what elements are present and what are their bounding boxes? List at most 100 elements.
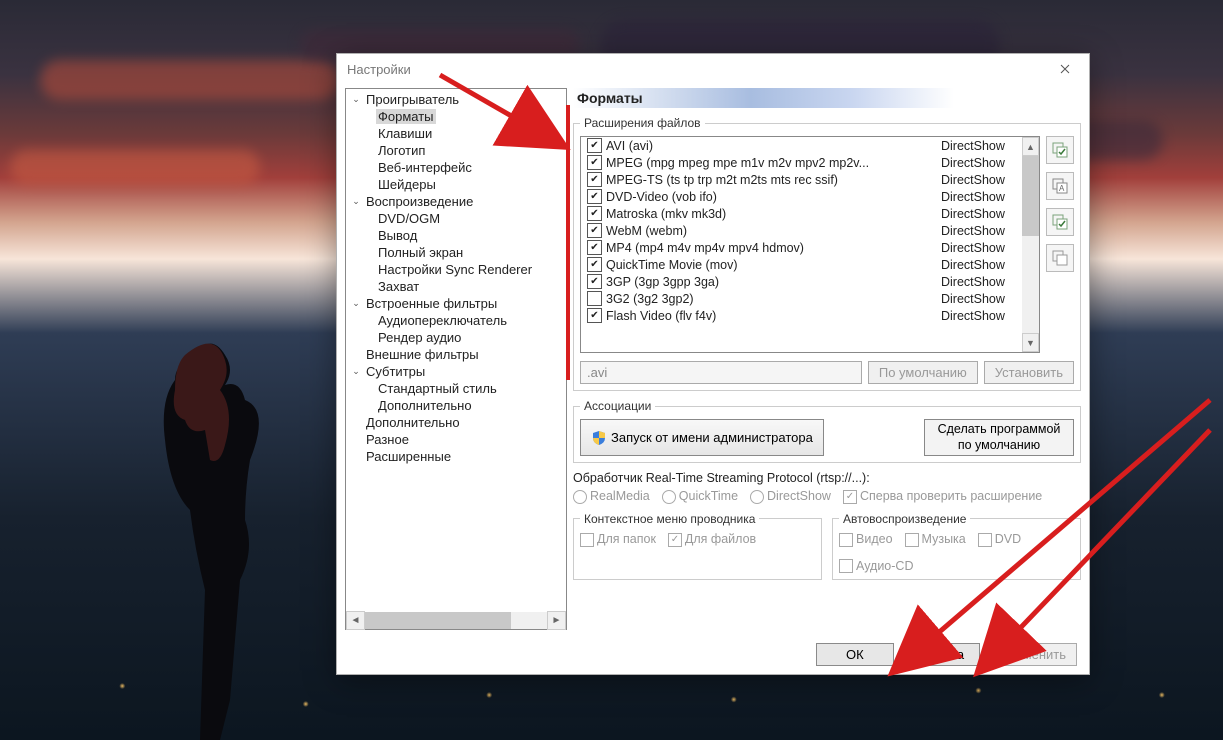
format-name: 3GP (3gp 3gpp 3ga) — [606, 275, 937, 289]
format-row[interactable]: ✔MPEG-TS (ts tp trp m2t m2ts mts rec ssi… — [581, 171, 1022, 188]
autoplay-group: Автовоспроизведение Видео Музыка DVD Ауд… — [832, 512, 1081, 580]
format-checkbox[interactable]: ✔ — [587, 206, 602, 221]
tree-item[interactable]: Дополнительно — [346, 414, 566, 431]
select-all-video-button[interactable] — [1046, 136, 1074, 164]
tree-item[interactable]: Аудиопереключатель — [346, 312, 566, 329]
format-handler: DirectShow — [941, 275, 1016, 289]
format-row[interactable]: ✔Flash Video (flv f4v)DirectShow — [581, 307, 1022, 324]
context-menu-legend: Контекстное меню проводника — [580, 512, 759, 526]
context-menu-group: Контекстное меню проводника Для папок ✓Д… — [573, 512, 822, 580]
titlebar: Настройки — [337, 54, 1089, 84]
format-checkbox[interactable]: ✔ — [587, 257, 602, 272]
settings-dialog: Настройки ⌄ПроигрывательФорматыКлавишиЛо… — [336, 53, 1090, 675]
format-row[interactable]: ✔WebM (webm)DirectShow — [581, 222, 1022, 239]
set-ext-button[interactable]: Установить — [984, 361, 1074, 384]
format-handler: DirectShow — [941, 156, 1016, 170]
rtsp-section: Обработчик Real-Time Streaming Protocol … — [573, 471, 1081, 504]
rtsp-checkext-checkbox: ✓Сперва проверить расширение — [843, 489, 1042, 504]
format-name: Flash Video (flv f4v) — [606, 309, 937, 323]
tree-item[interactable]: Настройки Sync Renderer — [346, 261, 566, 278]
format-handler: DirectShow — [941, 258, 1016, 272]
autoplay-music-checkbox: Музыка — [905, 532, 966, 547]
format-handler: DirectShow — [941, 241, 1016, 255]
tree-item[interactable]: ⌄Субтитры — [346, 363, 566, 380]
format-row[interactable]: ✔AVI (avi)DirectShow — [581, 137, 1022, 154]
rtsp-label: Обработчик Real-Time Streaming Protocol … — [573, 471, 1081, 485]
tree-item[interactable]: Веб-интерфейс — [346, 159, 566, 176]
rtsp-directshow-radio: DirectShow — [750, 489, 831, 504]
format-checkbox[interactable]: ✔ — [587, 223, 602, 238]
format-checkbox[interactable]: ✔ — [587, 189, 602, 204]
format-checkbox[interactable] — [587, 291, 602, 306]
settings-tree: ⌄ПроигрывательФорматыКлавишиЛоготипВеб-и… — [345, 88, 567, 630]
tree-item[interactable]: DVD/OGM — [346, 210, 566, 227]
run-as-admin-label: Запуск от имени администратора — [611, 430, 813, 445]
tree-item[interactable]: Дополнительно — [346, 397, 566, 414]
cancel-button[interactable]: Отмена — [902, 643, 980, 666]
format-name: MPEG (mpg mpeg mpe m1v m2v mpv2 mp2v... — [606, 156, 937, 170]
tree-item[interactable]: Логотип — [346, 142, 566, 159]
tree-item[interactable]: Разное — [346, 431, 566, 448]
tree-item[interactable]: Вывод — [346, 227, 566, 244]
svg-text:A: A — [1059, 184, 1065, 193]
formats-scrollbar[interactable]: ▲▼ — [1022, 137, 1039, 352]
tree-item[interactable]: Расширенные — [346, 448, 566, 465]
tree-item[interactable]: Захват — [346, 278, 566, 295]
format-row[interactable]: ✔ DVD-Video (vob ifo) DirectShow — [581, 188, 1022, 205]
window-title: Настройки — [347, 62, 1045, 77]
format-handler: DirectShow — [941, 139, 1016, 153]
ctx-files-checkbox: ✓Для файлов — [668, 532, 756, 547]
format-row[interactable]: ✔QuickTime Movie (mov)DirectShow — [581, 256, 1022, 273]
tree-item[interactable]: Внешние фильтры — [346, 346, 566, 363]
close-button[interactable] — [1045, 54, 1085, 84]
format-checkbox[interactable]: ✔ — [587, 308, 602, 323]
format-checkbox[interactable]: ✔ — [587, 155, 602, 170]
tree-item[interactable]: ⌄Встроенные фильтры — [346, 295, 566, 312]
rtsp-realmedia-radio: RealMedia — [573, 489, 650, 504]
format-row[interactable]: 3G2 (3g2 3gp2)DirectShow — [581, 290, 1022, 307]
default-ext-button[interactable]: По умолчанию — [868, 361, 978, 384]
format-checkbox[interactable]: ✔ — [587, 138, 602, 153]
format-checkbox[interactable]: ✔ — [587, 274, 602, 289]
rtsp-quicktime-radio: QuickTime — [662, 489, 738, 504]
autoplay-dvd-checkbox: DVD — [978, 532, 1021, 547]
format-row[interactable]: ✔ 3GP (3gp 3gpp 3ga) DirectShow — [581, 273, 1022, 290]
tree-item[interactable]: ⌄Воспроизведение — [346, 193, 566, 210]
formats-panel: Форматы Расширения файлов ✔AVI (avi)Dire… — [573, 88, 1081, 630]
select-all-button[interactable] — [1046, 208, 1074, 236]
extension-input[interactable] — [580, 361, 862, 384]
ctx-folders-checkbox: Для папок — [580, 532, 656, 547]
format-name: WebM (webm) — [606, 224, 937, 238]
dialog-button-row: ОК Отмена Применить — [337, 634, 1089, 674]
autoplay-audiocd-checkbox: Аудио-CD — [839, 559, 913, 574]
tree-item[interactable]: Форматы — [346, 108, 566, 125]
run-as-admin-button[interactable]: Запуск от имени администратора — [580, 419, 824, 456]
apply-button[interactable]: Применить — [988, 643, 1077, 666]
extensions-legend: Расширения файлов — [580, 116, 705, 130]
format-handler: DirectShow — [941, 207, 1016, 221]
tree-item[interactable]: Стандартный стиль — [346, 380, 566, 397]
select-none-button[interactable] — [1046, 244, 1074, 272]
make-default-button[interactable]: Сделать программой по умолчанию — [924, 419, 1074, 456]
format-checkbox[interactable]: ✔ — [587, 240, 602, 255]
associations-group: Ассоциации Запуск от имени администратор… — [573, 399, 1081, 463]
format-row[interactable]: ✔MP4 (mp4 m4v mp4v mpv4 hdmov)DirectShow — [581, 239, 1022, 256]
tree-item[interactable]: ⌄Проигрыватель — [346, 91, 566, 108]
select-all-audio-button[interactable]: A — [1046, 172, 1074, 200]
format-handler: DirectShow — [941, 190, 1016, 204]
ok-button[interactable]: ОК — [816, 643, 894, 666]
format-handler: DirectShow — [941, 173, 1016, 187]
format-name: Matroska (mkv mk3d) — [606, 207, 937, 221]
tree-item[interactable]: Шейдеры — [346, 176, 566, 193]
tree-item[interactable]: Клавиши — [346, 125, 566, 142]
format-row[interactable]: ✔ Matroska (mkv mk3d) DirectShow — [581, 205, 1022, 222]
format-name: DVD-Video (vob ifo) — [606, 190, 937, 204]
format-name: 3G2 (3g2 3gp2) — [606, 292, 937, 306]
formats-list[interactable]: ✔AVI (avi)DirectShow✔MPEG (mpg mpeg mpe … — [580, 136, 1040, 353]
format-checkbox[interactable]: ✔ — [587, 172, 602, 187]
tree-item[interactable]: Рендер аудио — [346, 329, 566, 346]
tree-item[interactable]: Полный экран — [346, 244, 566, 261]
autoplay-video-checkbox: Видео — [839, 532, 893, 547]
tree-hscrollbar[interactable]: ◄► — [346, 612, 566, 629]
format-row[interactable]: ✔ MPEG (mpg mpeg mpe m1v m2v mpv2 mp2v...… — [581, 154, 1022, 171]
